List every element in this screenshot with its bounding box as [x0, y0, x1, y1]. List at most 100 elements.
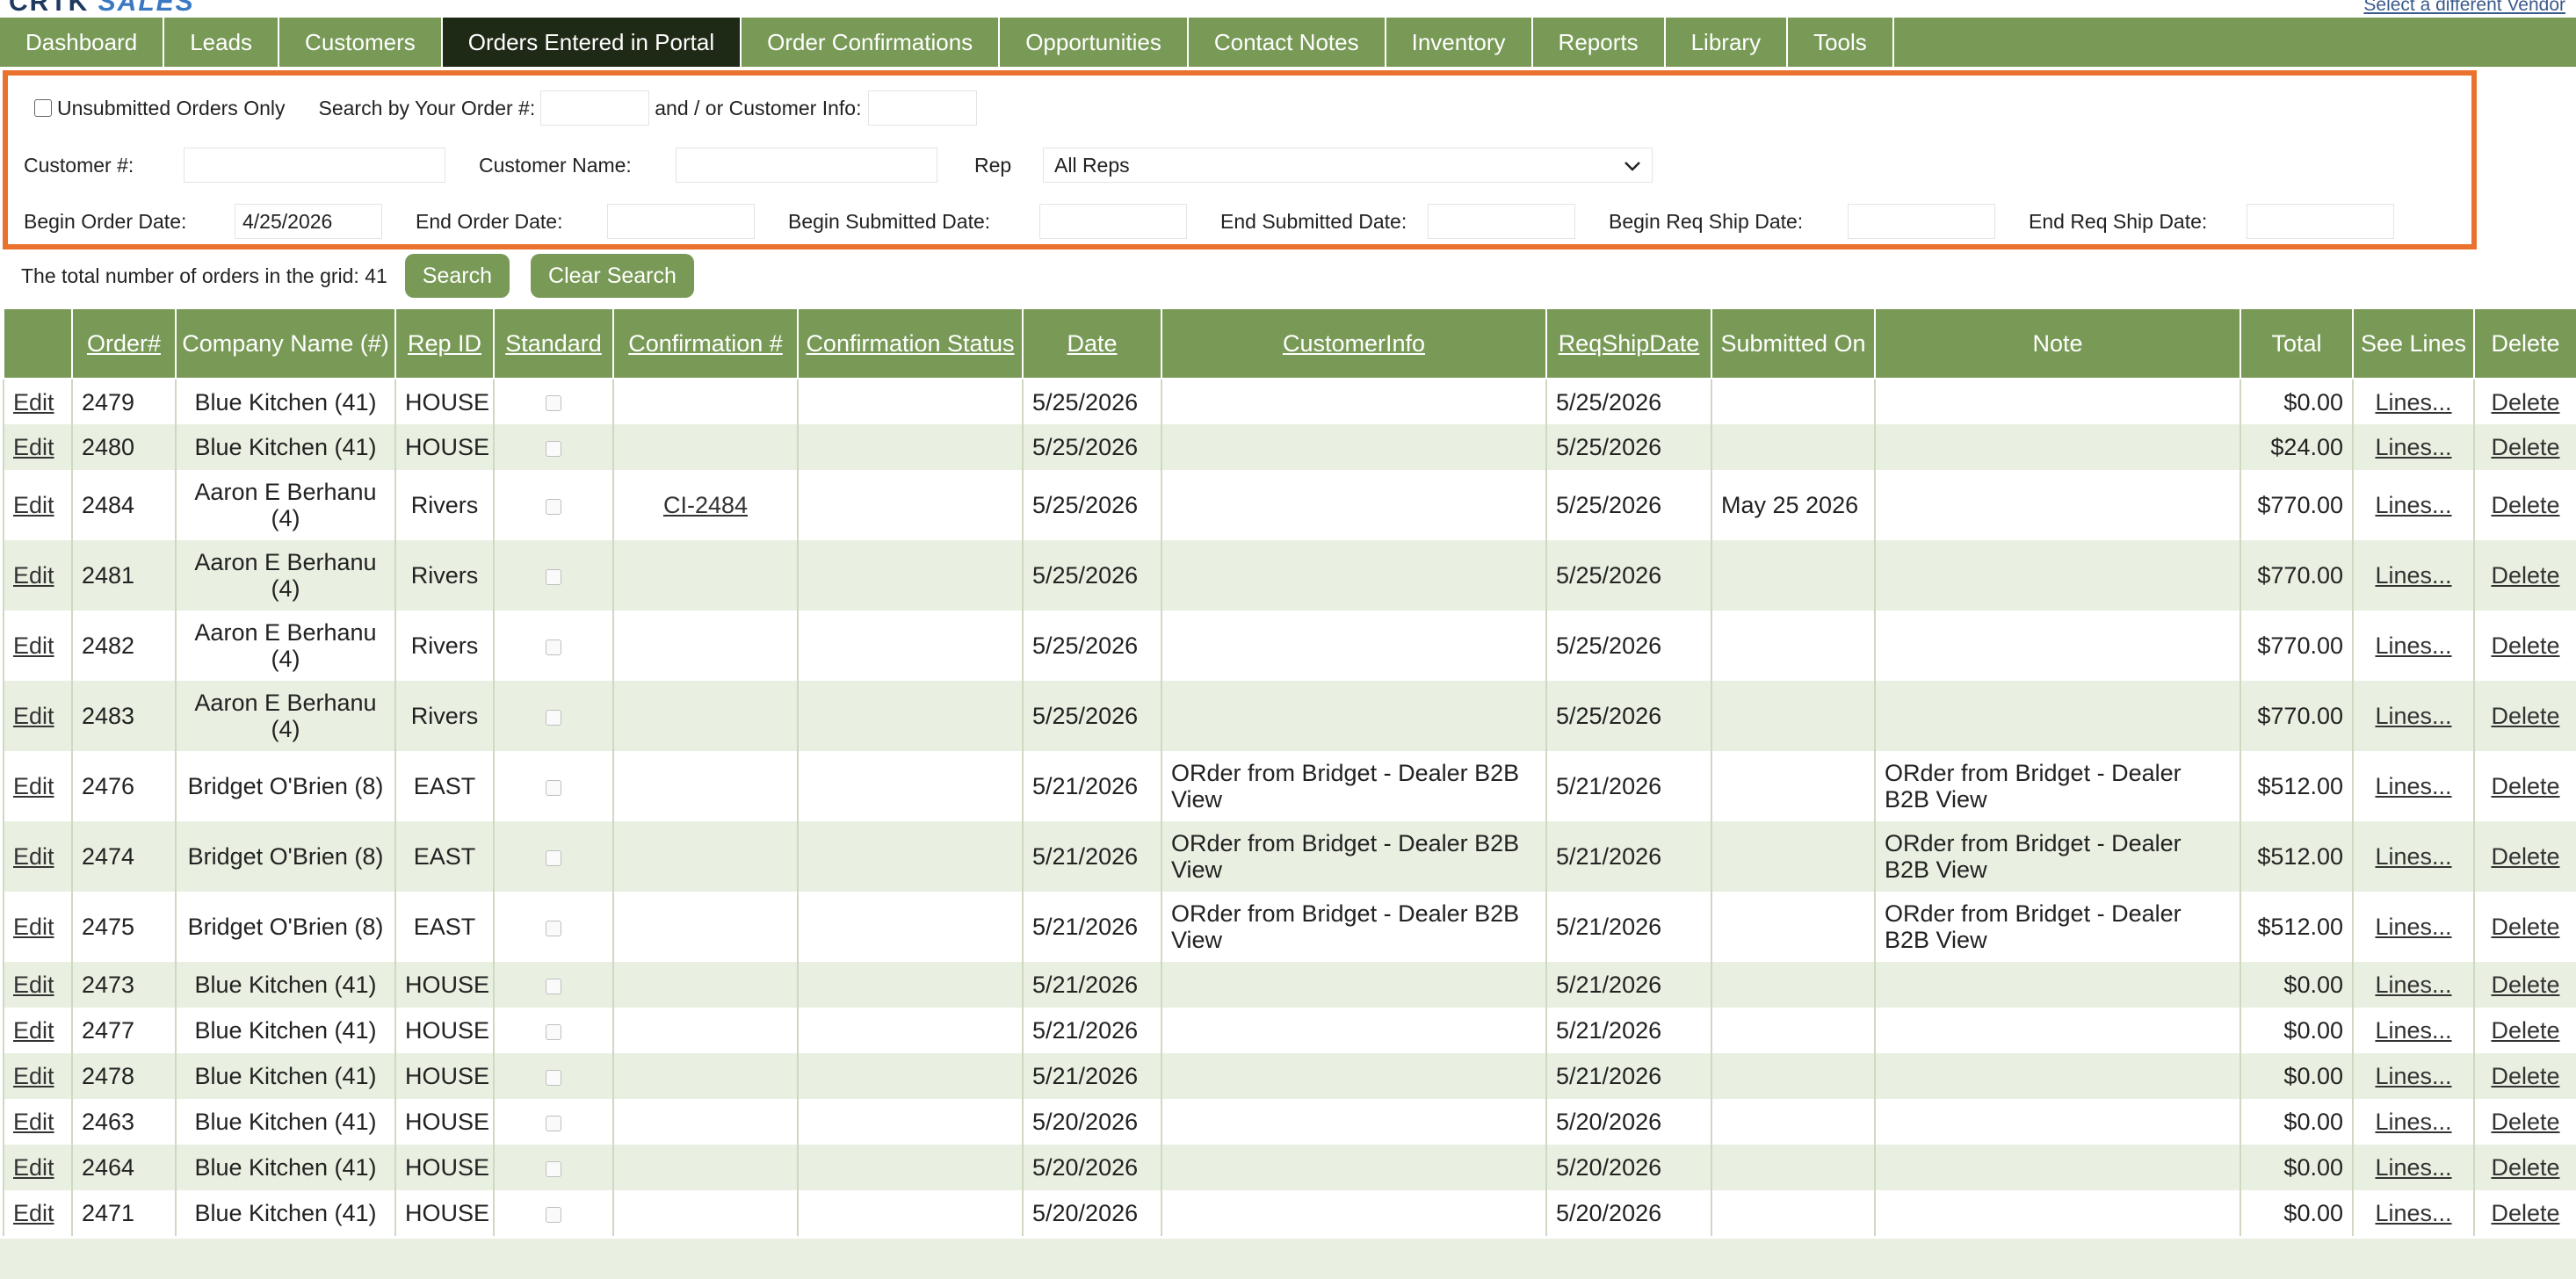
nav-tab-inventory[interactable]: Inventory — [1386, 18, 1533, 67]
column-header-date[interactable]: Date — [1022, 307, 1162, 379]
see-lines-link[interactable]: Lines... — [2375, 1109, 2451, 1135]
begin-order-date-input[interactable] — [235, 204, 382, 239]
delete-link[interactable]: Delete — [2491, 562, 2559, 589]
nav-tab-opportunities[interactable]: Opportunities — [1000, 18, 1189, 67]
order-note: ORder from Bridget - Dealer B2B View — [1885, 830, 2182, 883]
delete-link[interactable]: Delete — [2491, 843, 2559, 870]
delete-link[interactable]: Delete — [2491, 1154, 2559, 1181]
column-header-confirmation-num[interactable]: Confirmation # — [612, 307, 799, 379]
see-lines-link[interactable]: Lines... — [2375, 434, 2451, 460]
filter-row-2: Customer #: Customer Name: Rep All Reps — [24, 146, 1653, 184]
column-header-customer-info[interactable]: CustomerInfo — [1161, 307, 1547, 379]
edit-link[interactable]: Edit — [13, 632, 54, 659]
standard-checkbox — [546, 1206, 561, 1223]
submitted-on: May 25 2026 — [1721, 492, 1859, 518]
total-orders-count: The total number of orders in the grid: … — [21, 264, 387, 287]
nav-tab-library[interactable]: Library — [1666, 18, 1789, 67]
rep-id: HOUSE — [405, 972, 490, 998]
edit-link[interactable]: Edit — [13, 1200, 54, 1226]
unsubmitted-only-checkbox[interactable] — [34, 99, 52, 117]
delete-link[interactable]: Delete — [2491, 972, 2559, 998]
see-lines-link[interactable]: Lines... — [2375, 773, 2451, 799]
edit-link[interactable]: Edit — [13, 562, 54, 589]
nav-tab-orders-entered-in-portal[interactable]: Orders Entered in Portal — [442, 18, 742, 67]
req-ship-date: 5/20/2026 — [1556, 1109, 1662, 1135]
rep-id: EAST — [413, 843, 476, 870]
standard-checkbox — [546, 1160, 561, 1177]
company-name: Bridget O'Brien (8) — [187, 914, 384, 940]
edit-link[interactable]: Edit — [13, 972, 54, 998]
grid-footer — [0, 1239, 2576, 1279]
delete-link[interactable]: Delete — [2491, 434, 2559, 460]
nav-tab-reports[interactable]: Reports — [1533, 18, 1666, 67]
end-submitted-date-input[interactable] — [1428, 204, 1575, 239]
edit-link[interactable]: Edit — [13, 1154, 54, 1181]
nav-tab-customers[interactable]: Customers — [279, 18, 443, 67]
delete-link[interactable]: Delete — [2491, 1200, 2559, 1226]
delete-link[interactable]: Delete — [2491, 1017, 2559, 1044]
edit-link[interactable]: Edit — [13, 434, 54, 460]
edit-link[interactable]: Edit — [13, 703, 54, 729]
delete-link[interactable]: Delete — [2491, 703, 2559, 729]
see-lines-link[interactable]: Lines... — [2375, 914, 2451, 940]
brand-part1: CRTK — [9, 0, 90, 17]
see-lines-link[interactable]: Lines... — [2375, 1063, 2451, 1089]
table-row: Edit 2477 Blue Kitchen (41) HOUSE 5/21/2026 5… — [3, 1008, 2576, 1053]
edit-link[interactable]: Edit — [13, 389, 54, 415]
delete-link[interactable]: Delete — [2491, 773, 2559, 799]
see-lines-link[interactable]: Lines... — [2375, 1154, 2451, 1181]
begin-req-ship-date-input[interactable] — [1848, 204, 1995, 239]
delete-link[interactable]: Delete — [2491, 492, 2559, 518]
edit-link[interactable]: Edit — [13, 492, 54, 518]
delete-link[interactable]: Delete — [2491, 632, 2559, 659]
column-header-req-ship-date[interactable]: ReqShipDate — [1545, 307, 1712, 379]
column-header-confirmation-status[interactable]: Confirmation Status — [797, 307, 1024, 379]
edit-link[interactable]: Edit — [13, 1109, 54, 1135]
see-lines-link[interactable]: Lines... — [2375, 703, 2451, 729]
see-lines-link[interactable]: Lines... — [2375, 1017, 2451, 1044]
nav-tab-leads[interactable]: Leads — [164, 18, 280, 67]
rep-select[interactable]: All Reps — [1043, 148, 1653, 183]
see-lines-link[interactable]: Lines... — [2375, 492, 2451, 518]
begin-order-date-label: Begin Order Date: — [24, 209, 187, 233]
column-header-rep-id[interactable]: Rep ID — [394, 307, 495, 379]
see-lines-link[interactable]: Lines... — [2375, 562, 2451, 589]
order-num-input[interactable] — [540, 90, 650, 126]
main-nav: Dashboard Leads Customers Orders Entered in… — [0, 18, 2576, 67]
confirmation-link[interactable]: CI-2484 — [663, 492, 748, 518]
edit-link[interactable]: Edit — [13, 843, 54, 870]
nav-tab-contact-notes[interactable]: Contact Notes — [1189, 18, 1386, 67]
customer-info-input[interactable] — [868, 90, 978, 126]
nav-tab-tools[interactable]: Tools — [1788, 18, 1894, 67]
select-vendor-link[interactable]: Select a different Vendor — [2363, 0, 2565, 16]
order-date: 5/25/2026 — [1032, 632, 1139, 659]
see-lines-link[interactable]: Lines... — [2375, 843, 2451, 870]
nav-tab-order-confirmations[interactable]: Order Confirmations — [742, 18, 1001, 67]
see-lines-link[interactable]: Lines... — [2375, 632, 2451, 659]
see-lines-link[interactable]: Lines... — [2375, 1200, 2451, 1226]
order-total: $0.00 — [2283, 972, 2343, 998]
search-button[interactable]: Search — [404, 254, 510, 298]
customer-name-input[interactable] — [676, 148, 937, 183]
edit-link[interactable]: Edit — [13, 914, 54, 940]
edit-link[interactable]: Edit — [13, 773, 54, 799]
begin-submitted-date-input[interactable] — [1039, 204, 1187, 239]
company-name: Aaron E Berhanu (4) — [194, 690, 377, 742]
column-header-standard[interactable]: Standard — [493, 307, 614, 379]
order-number: 2482 — [82, 632, 135, 659]
see-lines-link[interactable]: Lines... — [2375, 389, 2451, 415]
edit-link[interactable]: Edit — [13, 1017, 54, 1044]
clear-search-button[interactable]: Clear Search — [531, 254, 694, 298]
see-lines-link[interactable]: Lines... — [2375, 972, 2451, 998]
end-order-date-input[interactable] — [607, 204, 755, 239]
edit-link[interactable]: Edit — [13, 1063, 54, 1089]
rep-id: HOUSE — [405, 1200, 490, 1226]
delete-link[interactable]: Delete — [2491, 1063, 2559, 1089]
column-header-order-num[interactable]: Order# — [71, 307, 177, 379]
customer-num-input[interactable] — [184, 148, 445, 183]
end-req-ship-date-input[interactable] — [2247, 204, 2394, 239]
delete-link[interactable]: Delete — [2491, 914, 2559, 940]
delete-link[interactable]: Delete — [2491, 389, 2559, 415]
nav-tab-dashboard[interactable]: Dashboard — [0, 18, 165, 67]
delete-link[interactable]: Delete — [2491, 1109, 2559, 1135]
